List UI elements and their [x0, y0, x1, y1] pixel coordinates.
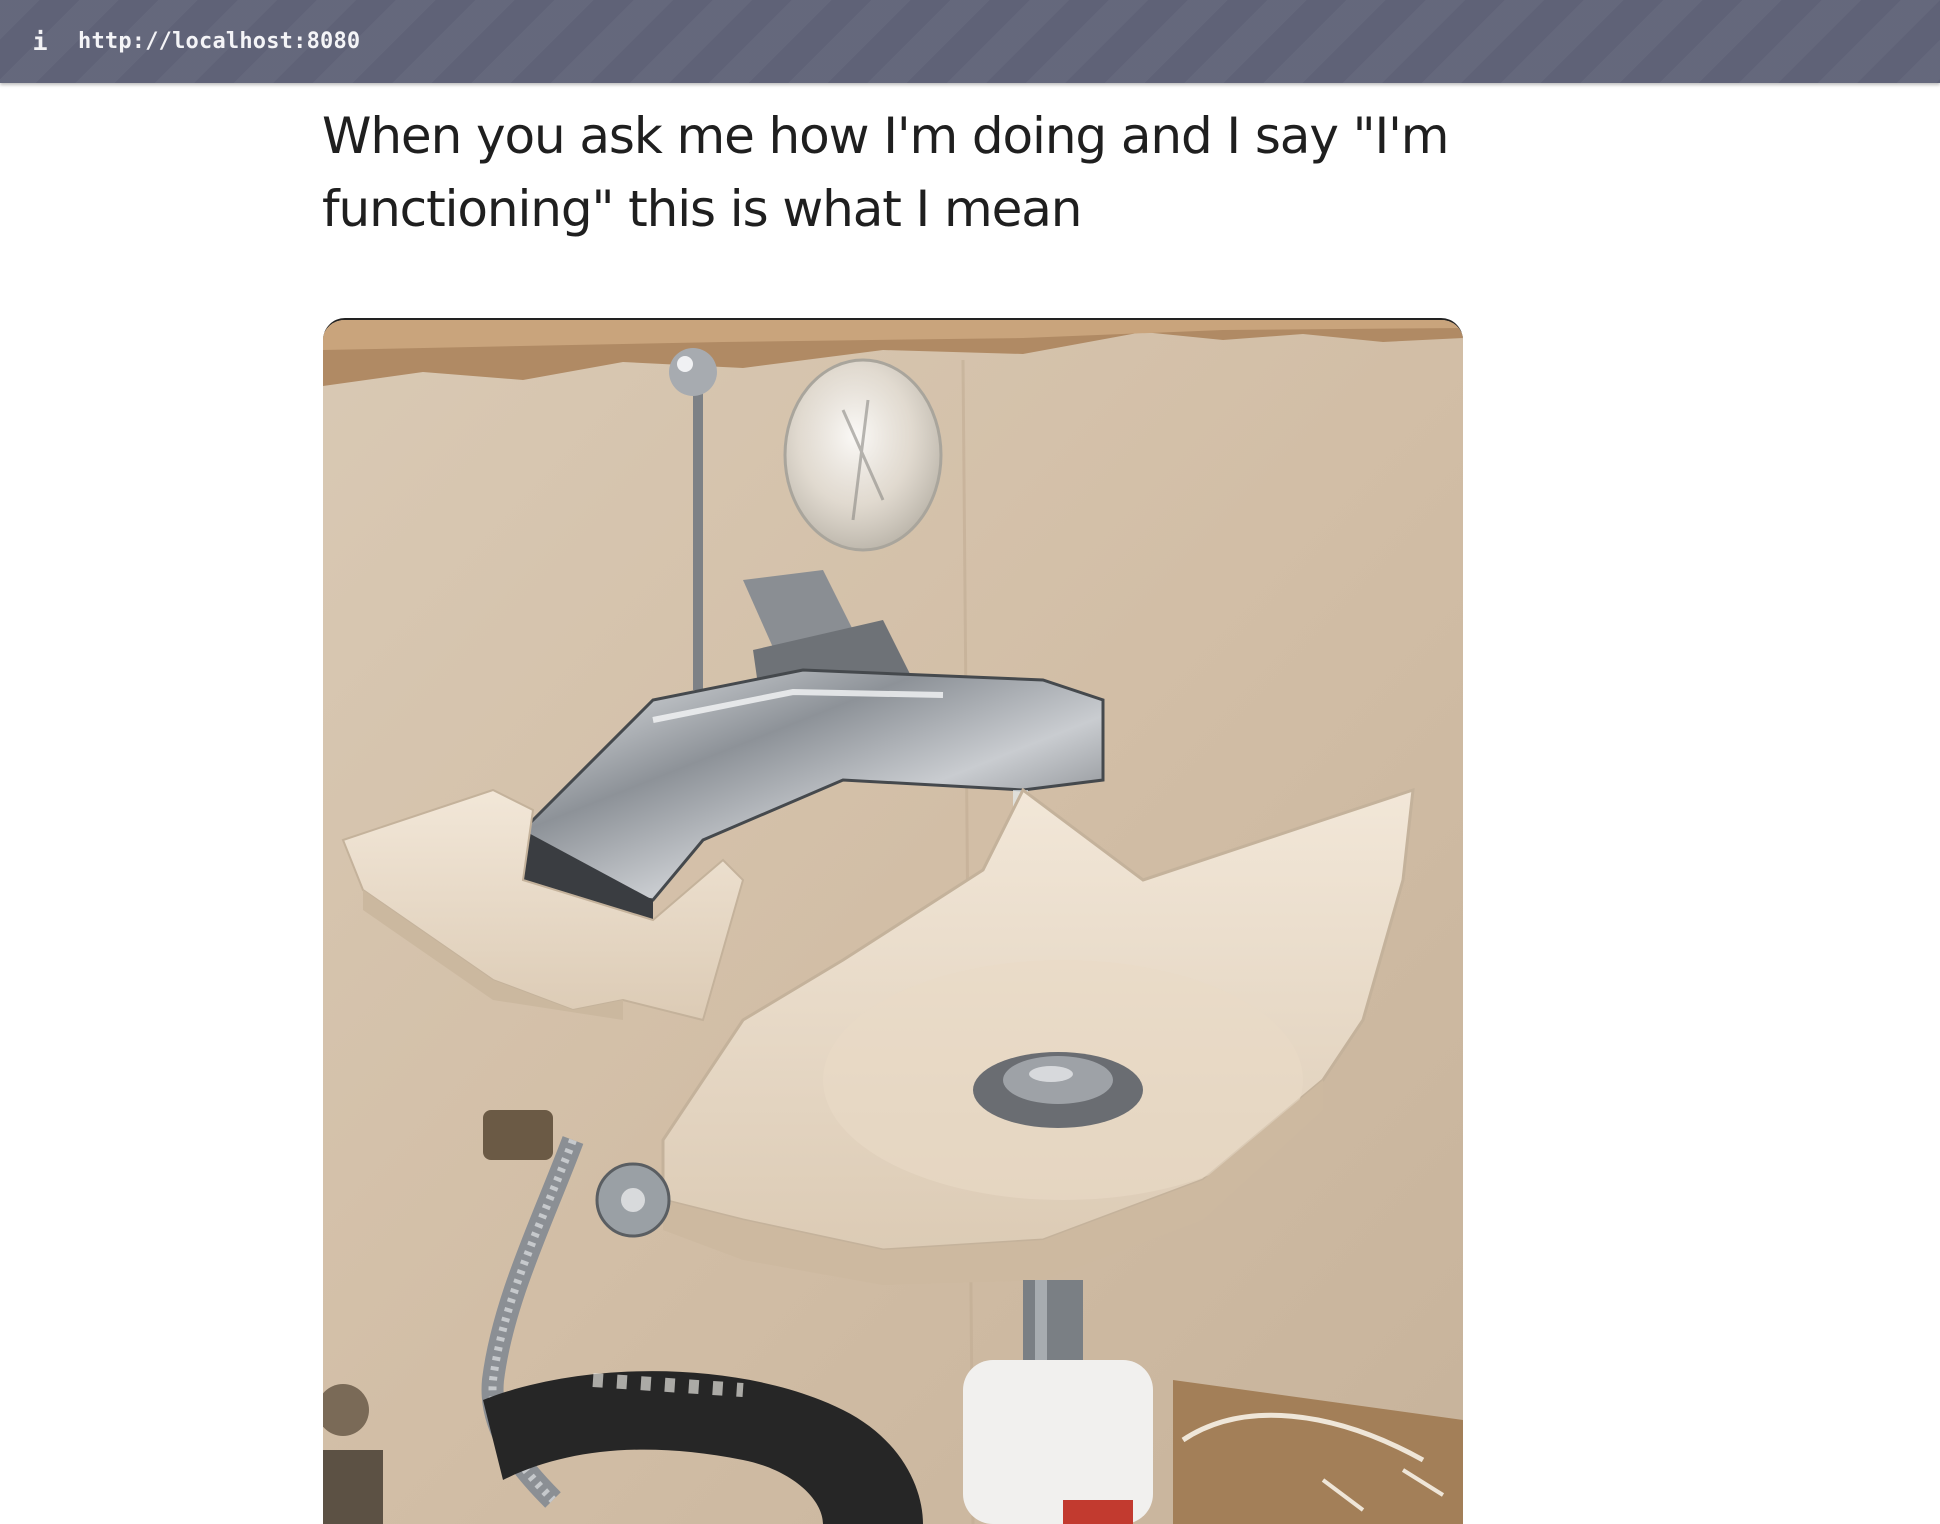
url-text[interactable]: http://localhost:8080	[78, 29, 360, 54]
post-caption: When you ask me how I'm doing and I say …	[322, 107, 1450, 238]
browser-address-bar: i http://localhost:8080	[0, 0, 1940, 83]
broken-sink-photo	[323, 318, 1463, 1524]
sink-illustration	[323, 320, 1463, 1524]
info-icon[interactable]: i	[32, 29, 48, 54]
